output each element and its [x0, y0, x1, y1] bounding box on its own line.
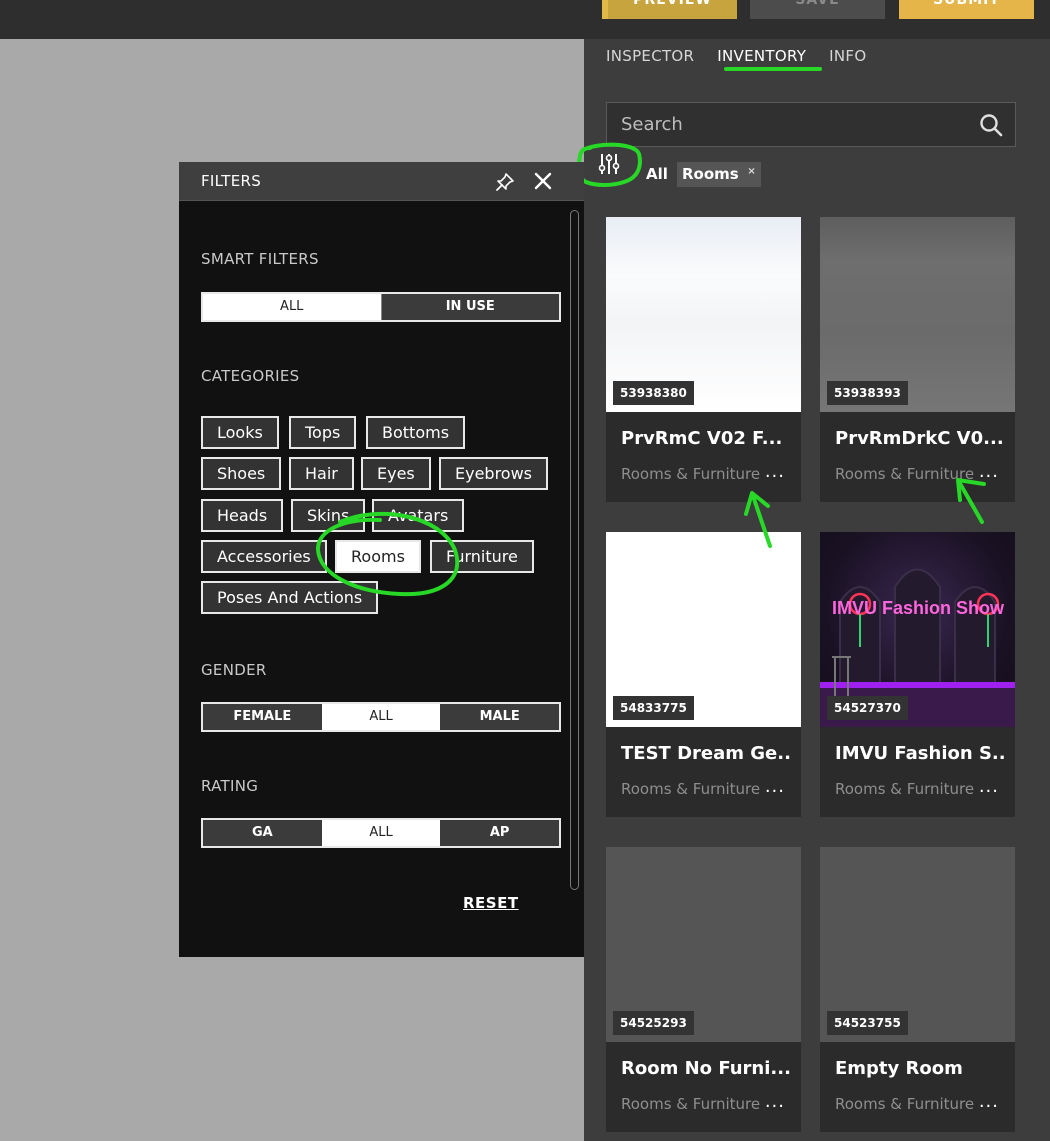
- rating-all[interactable]: ALL: [321, 820, 441, 846]
- search-placeholder: Search: [621, 114, 683, 135]
- gender-label: GENDER: [201, 661, 267, 679]
- product-title: Room No Furni...: [621, 1058, 791, 1079]
- more-options-icon[interactable]: ...: [765, 776, 785, 797]
- product-title: PrvRmDrkC V0...: [835, 428, 1004, 449]
- smart-filters-label: SMART FILTERS: [201, 250, 319, 268]
- reset-button[interactable]: RESET: [463, 894, 519, 912]
- product-thumbnail: 53938380: [606, 217, 801, 412]
- rating-label: RATING: [201, 777, 259, 795]
- more-options-icon[interactable]: ...: [765, 1091, 785, 1112]
- category-tops[interactable]: Tops: [289, 416, 357, 449]
- filters-scrollbar[interactable]: [570, 210, 579, 890]
- tab-inventory[interactable]: INVENTORY: [717, 47, 806, 65]
- tab-info[interactable]: INFO: [829, 47, 866, 65]
- save-button[interactable]: SAVE: [750, 0, 885, 19]
- submit-button[interactable]: SUBMIT: [899, 0, 1034, 19]
- product-category: Rooms & Furniture: [621, 465, 761, 483]
- category-eyebrows[interactable]: Eyebrows: [439, 457, 549, 490]
- more-options-icon[interactable]: ...: [979, 776, 999, 797]
- more-options-icon[interactable]: ...: [979, 1091, 999, 1112]
- category-hair[interactable]: Hair: [289, 457, 354, 490]
- product-card[interactable]: IMVU Fashion Show 54527370 IMVU Fashion …: [820, 532, 1015, 817]
- category-skins[interactable]: Skins: [291, 499, 366, 532]
- more-options-icon[interactable]: ...: [765, 461, 785, 482]
- categories-label: CATEGORIES: [201, 367, 300, 385]
- product-id-badge: 53938393: [827, 381, 908, 405]
- close-icon[interactable]: [533, 171, 553, 191]
- smart-filter-in-use[interactable]: IN USE: [380, 294, 559, 320]
- product-card[interactable]: 54523755 Empty Room Rooms & Furniture ..…: [820, 847, 1015, 1132]
- rating-ga[interactable]: GA: [203, 820, 322, 846]
- product-thumbnail: 54523755: [820, 847, 1015, 1042]
- smart-filters-toggle: ALL IN USE: [201, 292, 561, 322]
- search-icon[interactable]: [979, 113, 1003, 137]
- product-category: Rooms & Furniture: [621, 780, 761, 798]
- category-heads[interactable]: Heads: [201, 499, 284, 532]
- gender-female[interactable]: FEMALE: [203, 704, 322, 730]
- category-looks[interactable]: Looks: [201, 416, 279, 449]
- rating-toggle: GA ALL AP: [201, 818, 561, 848]
- product-thumbnail: 53938393: [820, 217, 1015, 412]
- product-id-badge: 54523755: [827, 1011, 908, 1035]
- tab-bar: INSPECTOR INVENTORY INFO: [606, 47, 866, 65]
- filters-panel: FILTERS SMART FILTERS ALL IN USE CATEGOR…: [179, 162, 584, 957]
- product-card[interactable]: 53938393 PrvRmDrkC V0... Rooms & Furnitu…: [820, 217, 1015, 502]
- product-title: Empty Room: [835, 1058, 963, 1079]
- product-category: Rooms & Furniture: [835, 1095, 975, 1113]
- more-options-icon[interactable]: ...: [979, 461, 999, 482]
- category-avatars[interactable]: Avatars: [372, 499, 465, 532]
- product-card[interactable]: 54525293 Room No Furni... Rooms & Furnit…: [606, 847, 801, 1132]
- pin-icon[interactable]: [495, 172, 515, 192]
- product-category: Rooms & Furniture: [835, 780, 975, 798]
- product-category: Rooms & Furniture: [621, 1095, 761, 1113]
- inventory-panel: INSPECTOR INVENTORY INFO Search All Room…: [576, 39, 1050, 1141]
- product-thumbnail: 54525293: [606, 847, 801, 1042]
- filter-chip-rooms-label: Rooms: [682, 165, 739, 183]
- product-id-badge: 54527370: [827, 696, 908, 720]
- category-eyes[interactable]: Eyes: [361, 457, 431, 490]
- category-poses-and-actions[interactable]: Poses And Actions: [201, 581, 379, 614]
- gender-all[interactable]: ALL: [321, 704, 441, 730]
- filter-chip-all[interactable]: All: [646, 165, 668, 183]
- gender-male[interactable]: MALE: [440, 704, 560, 730]
- product-card[interactable]: 53938380 PrvRmC V02 F... Rooms & Furnitu…: [606, 217, 801, 502]
- preview-button[interactable]: PREVIEW: [602, 0, 737, 19]
- product-id-badge: 54525293: [613, 1011, 694, 1035]
- filters-title: FILTERS: [201, 172, 262, 190]
- search-input[interactable]: Search: [606, 102, 1016, 147]
- product-id-badge: 53938380: [613, 381, 694, 405]
- neon-sign-text: IMVU Fashion Show: [832, 598, 1005, 618]
- tab-inventory-annotation-underline: [724, 67, 822, 71]
- category-accessories[interactable]: Accessories: [201, 540, 327, 573]
- product-thumbnail: IMVU Fashion Show 54527370: [820, 532, 1015, 727]
- filter-chip-rooms[interactable]: Rooms ×: [677, 162, 761, 187]
- tab-inspector[interactable]: INSPECTOR: [606, 47, 694, 65]
- category-rooms[interactable]: Rooms: [335, 540, 421, 573]
- filters-header: FILTERS: [179, 162, 584, 201]
- category-shoes[interactable]: Shoes: [201, 457, 282, 490]
- rating-ap[interactable]: AP: [440, 820, 560, 846]
- category-bottoms[interactable]: Bottoms: [366, 416, 466, 449]
- product-category: Rooms & Furniture: [835, 465, 975, 483]
- product-card[interactable]: 54833775 TEST Dream Ge... Rooms & Furnit…: [606, 532, 801, 817]
- product-id-badge: 54833775: [613, 696, 694, 720]
- smart-filter-all[interactable]: ALL: [203, 294, 381, 320]
- product-thumbnail: 54833775: [606, 532, 801, 727]
- filter-sliders-icon[interactable]: [576, 142, 648, 188]
- product-title: TEST Dream Ge...: [621, 743, 791, 764]
- category-furniture[interactable]: Furniture: [430, 540, 534, 573]
- product-title: PrvRmC V02 F...: [621, 428, 783, 449]
- top-bar: PREVIEW SAVE SUBMIT: [0, 0, 1050, 39]
- gender-toggle: FEMALE ALL MALE: [201, 702, 561, 732]
- product-title: IMVU Fashion S...: [835, 743, 1005, 764]
- close-icon[interactable]: ×: [747, 159, 755, 184]
